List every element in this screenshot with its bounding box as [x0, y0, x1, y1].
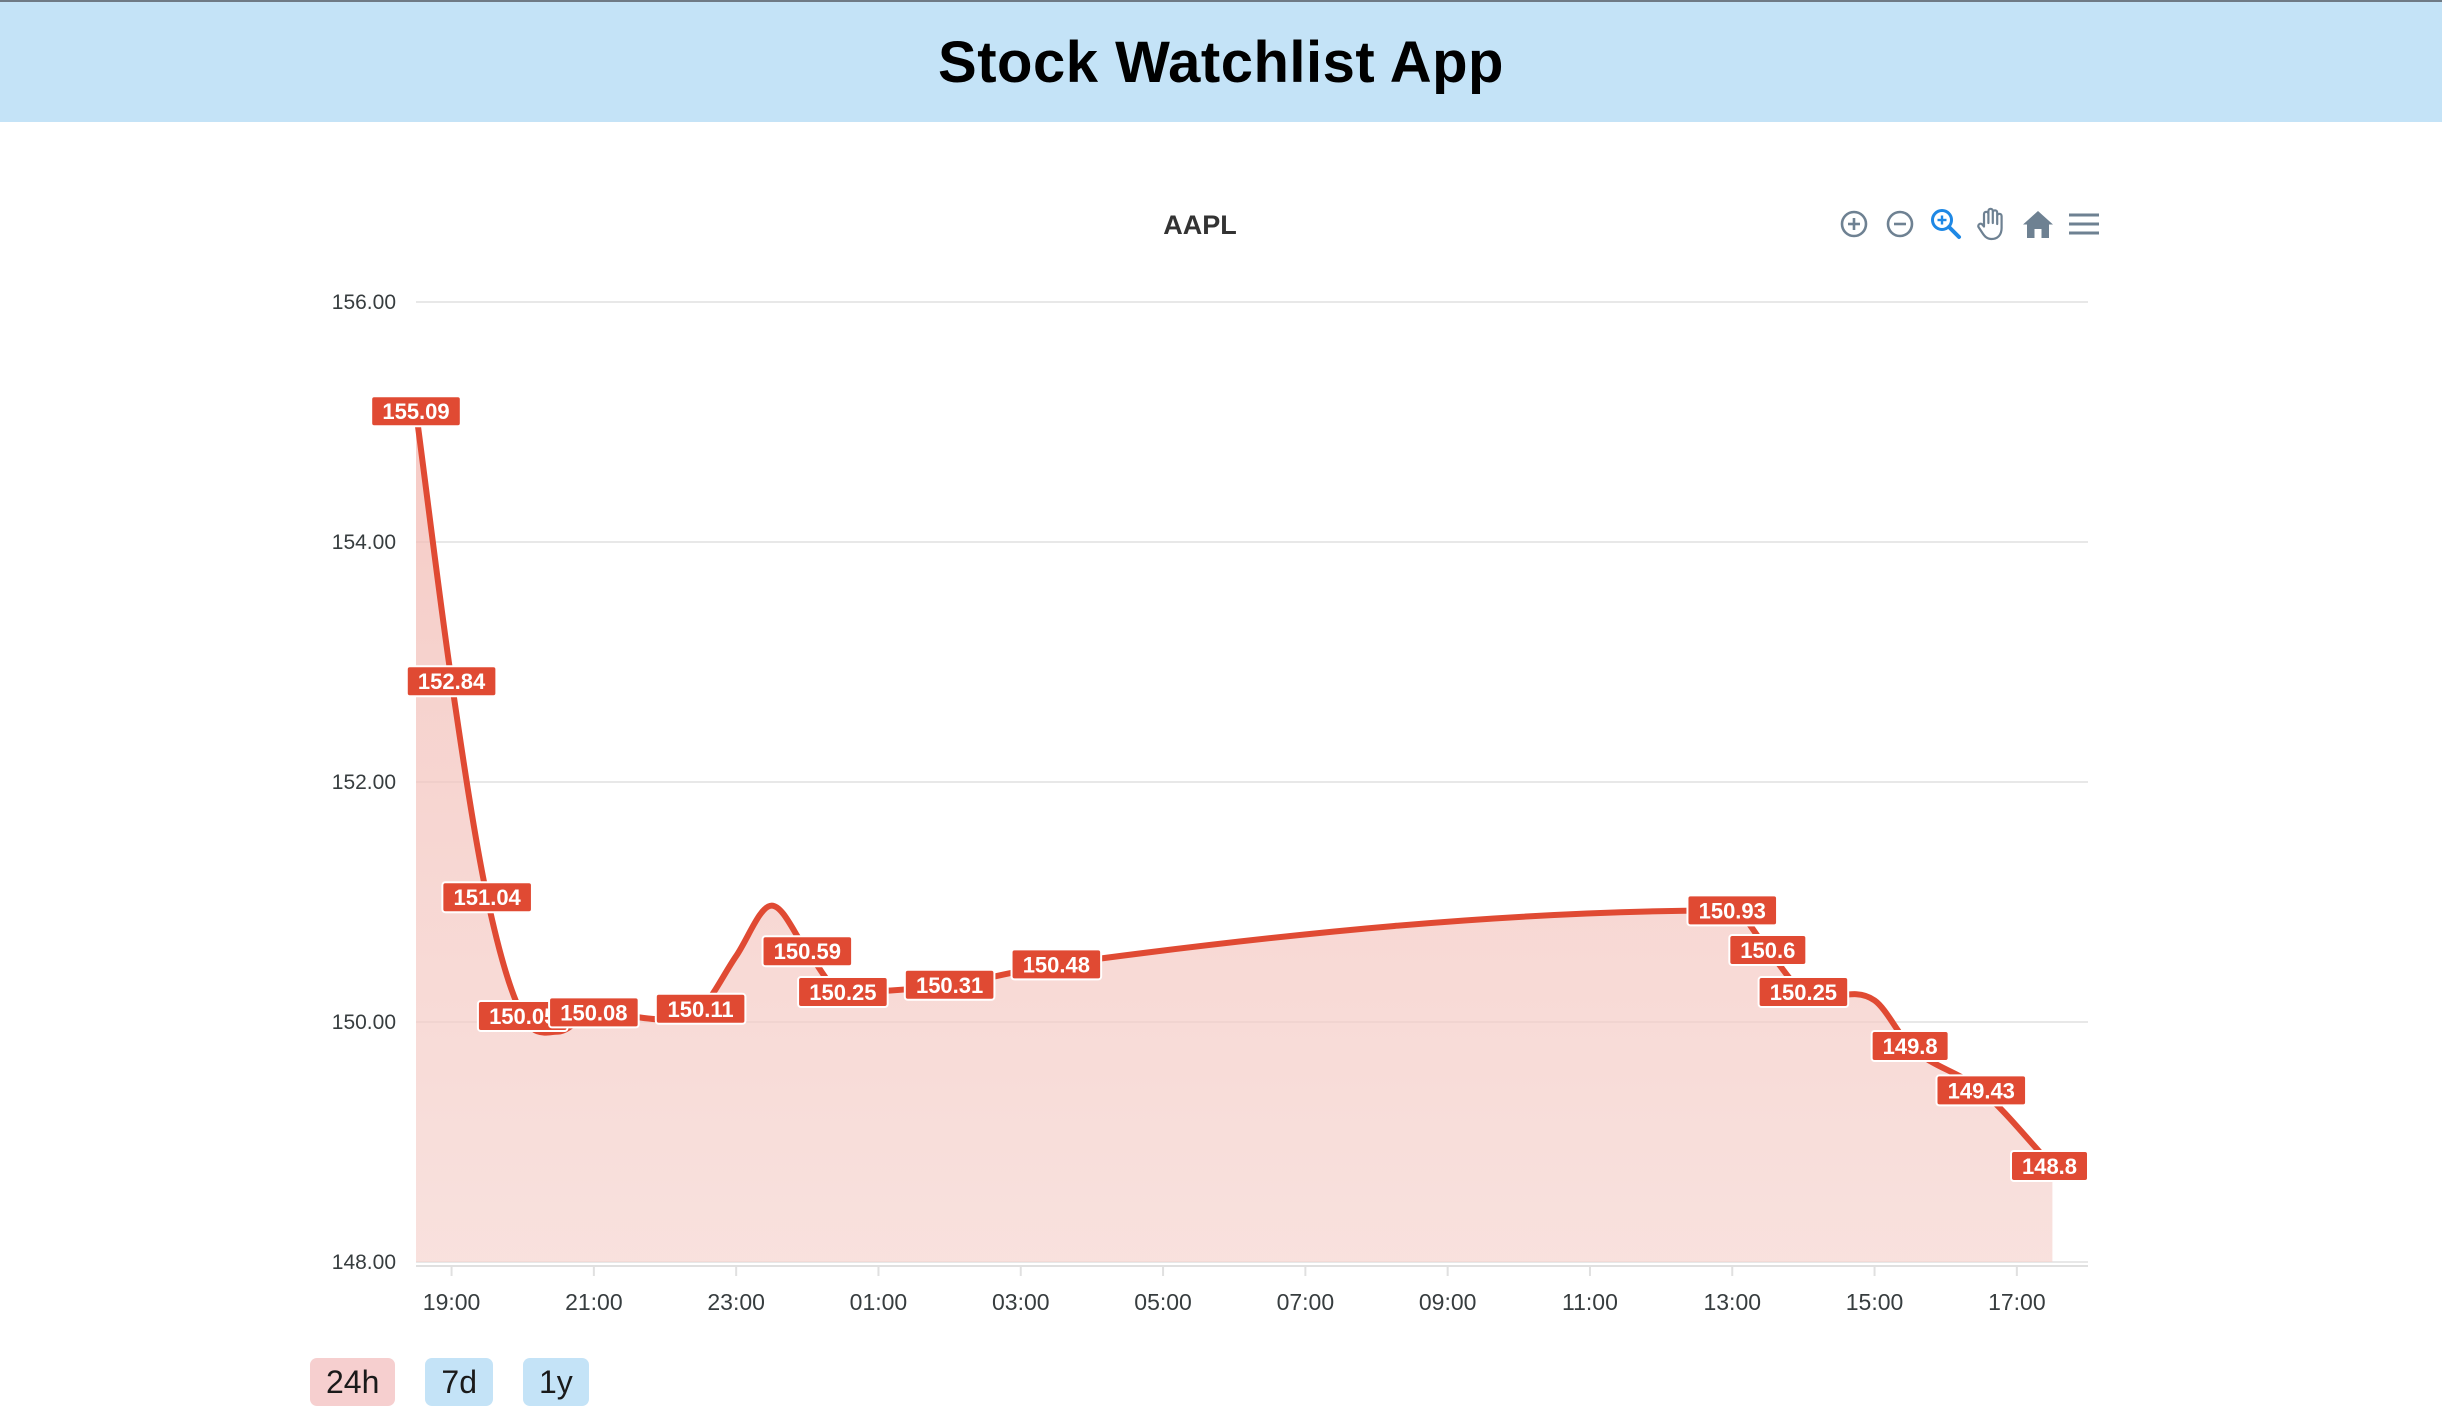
data-label-text: 150.11 — [668, 997, 734, 1022]
x-tick-label: 17:00 — [1988, 1289, 2046, 1315]
series-aapl — [413, 408, 2056, 1262]
data-label: 149.43 — [1935, 1074, 2028, 1107]
data-label-text: 150.6 — [1740, 938, 1795, 963]
x-tick-label: 13:00 — [1703, 1289, 1761, 1315]
data-label: 150.08 — [548, 996, 640, 1029]
data-label: 150.59 — [761, 935, 854, 968]
x-tick-label: 21:00 — [565, 1289, 623, 1315]
data-label: 151.04 — [441, 881, 533, 914]
x-axis: 19:00 21:00 23:00 01:00 03:00 05:00 07:00 09:00… — [416, 1265, 2088, 1315]
data-label: 150.31 — [903, 968, 996, 1001]
data-label: 155.09 — [370, 395, 462, 428]
data-label: 150.48 — [1010, 948, 1103, 981]
data-label-text: 149.8 — [1883, 1034, 1938, 1059]
data-label-text: 150.48 — [1023, 952, 1090, 977]
data-label-text: 150.25 — [809, 980, 876, 1005]
x-tick-label: 07:00 — [1277, 1289, 1335, 1315]
x-tick-label: 23:00 — [707, 1289, 765, 1315]
data-label-text: 150.31 — [916, 973, 983, 998]
data-label: 152.84 — [405, 665, 498, 698]
app-title: Stock Watchlist App — [938, 29, 1504, 95]
x-tick-label: 05:00 — [1134, 1289, 1192, 1315]
time-range-selector: 24h 7d 1y — [310, 1358, 589, 1406]
price-chart[interactable]: AAPL 148.00 150.00 152.00 154.00 156.00 19:0… — [0, 122, 2442, 1342]
reset-home-icon[interactable] — [2020, 204, 2056, 244]
data-label: 150.25 — [797, 976, 889, 1008]
selection-zoom-icon[interactable] — [1928, 204, 1964, 244]
data-label-text: 149.43 — [1948, 1078, 2015, 1103]
menu-icon[interactable] — [2066, 204, 2102, 244]
y-tick-label: 148.00 — [332, 1251, 396, 1274]
range-button-24h[interactable]: 24h — [310, 1358, 396, 1406]
x-tick-label: 09:00 — [1419, 1289, 1477, 1315]
pan-hand-icon[interactable] — [1974, 204, 2010, 244]
data-label-text: 148.8 — [2022, 1154, 2077, 1179]
y-tick-label: 156.00 — [332, 291, 396, 314]
data-label: 148.8 — [2010, 1150, 2089, 1182]
zoom-out-icon[interactable] — [1882, 204, 1918, 244]
x-tick-label: 01:00 — [850, 1289, 908, 1315]
zoom-in-icon[interactable] — [1836, 204, 1872, 244]
x-tick-label: 11:00 — [1562, 1289, 1618, 1315]
y-tick-label: 154.00 — [332, 531, 396, 554]
series-area-fill — [416, 411, 2053, 1262]
chart-container[interactable]: AAPL 148.00 150.00 152.00 154.00 156.00 19:0… — [0, 122, 2442, 1342]
data-label: 149.8 — [1870, 1030, 1950, 1062]
app-header: Stock Watchlist App — [0, 0, 2442, 122]
data-label-text: 150.59 — [774, 939, 841, 964]
data-label: 150.93 — [1686, 894, 1779, 927]
y-axis: 148.00 150.00 152.00 154.00 156.00 — [332, 291, 396, 1274]
chart-toolbar — [1836, 202, 2102, 246]
data-label: 150.11 — [654, 992, 747, 1025]
data-label-text: 151.04 — [454, 885, 522, 910]
chart-title: AAPL — [1163, 210, 1237, 240]
data-label: 150.25 — [1757, 976, 1850, 1008]
data-label-text: 155.09 — [382, 399, 449, 424]
range-button-7d[interactable]: 7d — [425, 1358, 493, 1406]
range-button-1y[interactable]: 1y — [522, 1358, 589, 1406]
data-label-text: 152.84 — [418, 669, 486, 694]
data-label-text: 150.05 — [489, 1004, 556, 1029]
y-tick-label: 152.00 — [332, 771, 396, 794]
data-label-text: 150.93 — [1699, 898, 1766, 923]
data-label-text: 150.25 — [1770, 980, 1837, 1005]
x-tick-label: 19:00 — [423, 1289, 481, 1315]
x-tick-label: 15:00 — [1846, 1289, 1904, 1315]
data-label-text: 150.08 — [560, 1000, 627, 1025]
y-tick-label: 150.00 — [332, 1011, 396, 1034]
x-tick-label: 03:00 — [992, 1289, 1050, 1315]
data-label: 150.6 — [1728, 934, 1808, 966]
